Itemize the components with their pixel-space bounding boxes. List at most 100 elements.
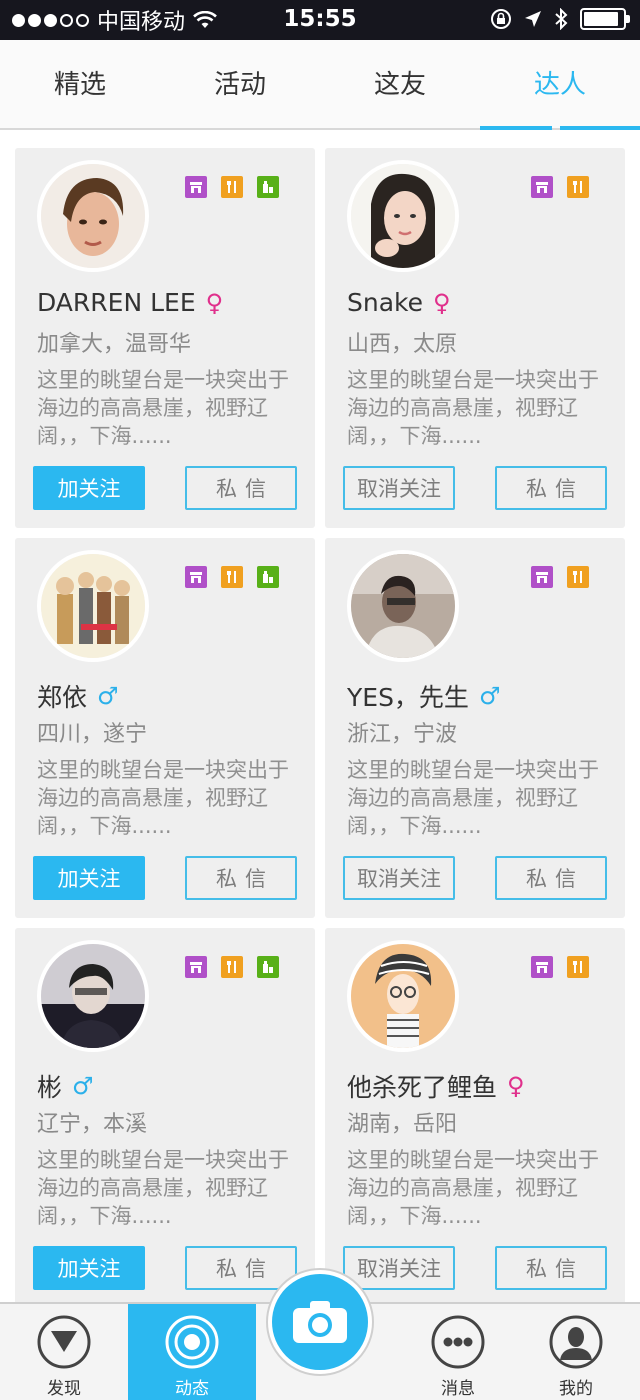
shop-icon [531,566,553,588]
shop-icon [185,566,207,588]
food-icon [567,566,589,588]
user-name-row: DARREN LEE ♀ [37,288,223,317]
user-name: DARREN LEE [37,288,196,317]
unfollow-button[interactable]: 取消关注 [343,466,455,510]
battery-level [584,12,619,26]
user-name-row: 他杀死了鲤鱼 ♀ [347,1068,525,1104]
nav-label: 我的 [559,1379,593,1399]
avatar[interactable] [37,940,149,1052]
female-icon: ♀ [433,288,451,317]
user-description: 这里的眺望台是一块突出于海边的高高悬崖，视野辽阔，，下海...... [37,758,289,838]
nav-label: 发现 [47,1379,81,1399]
shop-icon [531,176,553,198]
user-location: 辽宁，本溪 [37,1112,148,1137]
avatar[interactable] [347,160,459,272]
status-bar: 中国移动 15:55 [0,0,640,40]
shop-icon [531,956,553,978]
user-name: 郑依 [37,683,88,712]
food-icon [221,176,243,198]
profile-icon [549,1315,603,1369]
rotation-lock-icon [491,9,511,29]
user-name: Snake [347,288,424,317]
male-icon: ♂ [478,682,501,710]
message-button[interactable]: 私信 [495,856,607,900]
nav-activity[interactable]: 动态 [128,1304,256,1400]
unfollow-button[interactable]: 取消关注 [343,1246,455,1290]
nav-label: 动态 [175,1379,209,1399]
female-icon: ♀ [507,1072,525,1100]
tab-0[interactable]: 精选 [0,40,160,128]
tab-3[interactable]: 达人 [480,40,640,130]
male-icon: ♂ [97,682,119,710]
avatar[interactable] [37,550,149,662]
expert-card[interactable]: 彬 ♂ 辽宁，本溪 这里的眺望台是一块突出于海边的高高悬崖，视野辽阔，，下海.....… [15,928,315,1308]
user-location: 浙江，宁波 [347,722,458,747]
user-location: 湖南，岳阳 [347,1112,458,1137]
activity-icon [165,1315,219,1369]
shop-icon [185,176,207,198]
user-description: 这里的眺望台是一块突出于海边的高高悬崖，视野辽阔，，下海...... [347,758,599,838]
expert-card[interactable]: 郑依 ♂ 四川，遂宁这里的眺望台是一块突出于海边的高高悬崖，视野辽阔，，下海....… [15,538,315,918]
category-badges [185,176,279,198]
user-name-row: 郑依 ♂ [37,678,119,714]
compass-icon [37,1315,91,1369]
avatar[interactable] [347,550,459,662]
user-description: 这里的眺望台是一块突出于海边的高高悬崖，视野辽阔，，下海...... [37,368,289,448]
user-location: 四川，遂宁 [37,722,148,747]
unfollow-button[interactable]: 取消关注 [343,856,455,900]
food-icon [567,176,589,198]
user-name: YES，先生 [347,683,469,712]
user-name-row: YES，先生 ♂ [347,678,500,714]
category-badges [185,956,279,978]
expert-card[interactable]: 他杀死了鲤鱼 ♀ 湖南，岳阳这里的眺望台是一块突出于海边的高高悬崖，视野辽阔，，下海… [325,928,625,1308]
category-badges [531,956,589,978]
user-location: 加拿大，温哥华 [37,332,192,357]
drink-icon [257,956,279,978]
expert-grid: DARREN LEE ♀ 加拿大，温哥华这里的眺望台是一块突出于海边的高高悬崖，视野… [15,148,625,1308]
nav-messages[interactable]: 消息 [394,1304,522,1400]
shop-icon [185,956,207,978]
message-button[interactable]: 私信 [495,1246,607,1290]
food-icon [567,956,589,978]
message-icon [431,1315,485,1369]
battery-icon [580,8,630,30]
male-icon: ♂ [72,1072,94,1100]
drink-icon [257,176,279,198]
tab-2[interactable]: 这友 [320,40,480,128]
user-name: 他杀死了鲤鱼 [347,1073,498,1102]
food-icon [221,566,243,588]
avatar[interactable] [37,160,149,272]
user-description: 这里的眺望台是一块突出于海边的高高悬崖，视野辽阔，，下海...... [347,368,599,448]
tab-1[interactable]: 活动 [160,40,320,128]
expert-card[interactable]: YES，先生 ♂ 浙江，宁波这里的眺望台是一块突出于海边的高高悬崖，视野辽阔，，下海… [325,538,625,918]
user-description: 这里的眺望台是一块突出于海边的高高悬崖，视野辽阔，，下海...... [347,1148,599,1228]
drink-icon [257,566,279,588]
avatar[interactable] [347,940,459,1052]
message-button[interactable]: 私信 [185,856,297,900]
follow-button[interactable]: 加关注 [33,856,145,900]
female-icon: ♀ [205,288,224,317]
expert-card[interactable]: Snake ♀ 山西，太原这里的眺望台是一块突出于海边的高高悬崖，视野辽阔，，下海.… [325,148,625,528]
camera-button[interactable] [266,1268,374,1376]
user-location: 山西，太原 [347,332,458,357]
expert-card[interactable]: DARREN LEE ♀ 加拿大，温哥华这里的眺望台是一块突出于海边的高高悬崖，视野… [15,148,315,528]
nav-profile[interactable]: 我的 [512,1304,640,1400]
follow-button[interactable]: 加关注 [33,466,145,510]
food-icon [221,956,243,978]
category-badges [531,176,589,198]
category-badges [531,566,589,588]
user-description: 这里的眺望台是一块突出于海边的高高悬崖，视野辽阔，，下海...... [37,1148,289,1228]
nav-discover[interactable]: 发现 [0,1304,128,1400]
user-name-row: 彬 ♂ [37,1068,94,1104]
message-button[interactable]: 私信 [185,466,297,510]
camera-icon [293,1301,347,1343]
category-badges [185,566,279,588]
user-name-row: Snake ♀ [347,288,451,317]
message-button[interactable]: 私信 [495,466,607,510]
user-name: 彬 [37,1073,63,1102]
follow-button[interactable]: 加关注 [33,1246,145,1290]
bluetooth-icon [555,8,568,30]
location-arrow-icon [525,11,541,27]
category-tabs: 精选 活动 这友 达人 [0,40,640,130]
message-button[interactable]: 私信 [185,1246,297,1290]
